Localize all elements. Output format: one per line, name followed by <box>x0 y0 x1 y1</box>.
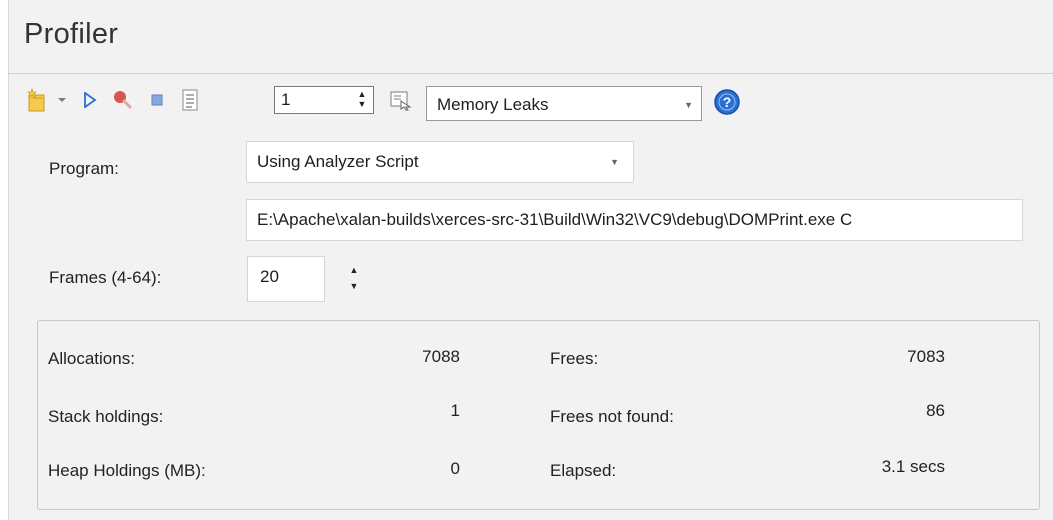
allocations-label: Allocations: <box>48 349 135 368</box>
toolbar: 1 ▲ ▼ Memory Leaks ▼ ? <box>8 78 1053 122</box>
chevron-down-icon[interactable]: ▼ <box>610 157 619 167</box>
frames-down-icon[interactable]: ▼ <box>344 278 364 294</box>
stop-icon[interactable] <box>144 85 170 115</box>
frees-not-found-label: Frees not found: <box>550 407 674 426</box>
stats-panel: Allocations: 7088 Stack holdings: 1 Heap… <box>37 320 1040 510</box>
program-select[interactable]: Using Analyzer Script ▼ <box>246 141 634 183</box>
analysis-mode-select[interactable]: Memory Leaks ▼ <box>426 86 702 121</box>
help-icon[interactable]: ? <box>710 85 744 119</box>
frames-up-icon[interactable]: ▲ <box>344 262 364 278</box>
analysis-mode-value: Memory Leaks <box>437 95 549 114</box>
options-icon[interactable] <box>386 85 416 115</box>
record-icon[interactable] <box>108 85 138 115</box>
run-icon[interactable] <box>78 85 102 115</box>
sample-interval-stepper[interactable]: 1 ▲ ▼ <box>274 86 374 114</box>
profiler-panel: Profiler 1 ▲ ▼ Memory Leaks ▼ ? Program:… <box>8 0 1053 520</box>
frames-stepper[interactable]: ▲ ▼ <box>344 262 364 296</box>
heap-holdings-value: 0 <box>450 459 460 478</box>
elapsed-label: Elapsed: <box>550 461 617 480</box>
program-label: Program: <box>49 159 119 178</box>
program-value: Using Analyzer Script <box>257 152 419 171</box>
stack-holdings-value: 1 <box>450 401 460 420</box>
page-title: Profiler <box>24 18 119 50</box>
dropdown-arrow-icon[interactable] <box>54 85 70 115</box>
new-icon[interactable] <box>24 85 50 115</box>
frames-input[interactable]: 20 <box>247 256 325 302</box>
frees-value: 7083 <box>907 347 945 366</box>
report-icon[interactable] <box>176 85 204 115</box>
allocations-value: 7088 <box>422 347 460 366</box>
stepper-up-icon[interactable]: ▲ <box>355 89 369 99</box>
frames-value: 20 <box>260 267 279 286</box>
chevron-down-icon[interactable]: ▼ <box>684 100 693 110</box>
title-divider <box>8 73 1053 74</box>
heap-holdings-label: Heap Holdings (MB): <box>48 461 206 480</box>
stepper-down-icon[interactable]: ▼ <box>355 99 369 109</box>
command-line-value: E:\Apache\xalan-builds\xerces-src-31\Bui… <box>257 210 853 229</box>
sample-interval-value[interactable]: 1 <box>281 90 290 110</box>
stack-holdings-label: Stack holdings: <box>48 407 164 426</box>
command-line-input[interactable]: E:\Apache\xalan-builds\xerces-src-31\Bui… <box>246 199 1023 241</box>
frames-label: Frames (4-64): <box>49 268 162 287</box>
frees-not-found-value: 86 <box>926 401 945 420</box>
stepper-arrows[interactable]: ▲ ▼ <box>355 89 369 111</box>
elapsed-value: 3.1 secs <box>881 457 945 476</box>
frees-label: Frees: <box>550 349 599 368</box>
svg-text:?: ? <box>723 94 732 110</box>
